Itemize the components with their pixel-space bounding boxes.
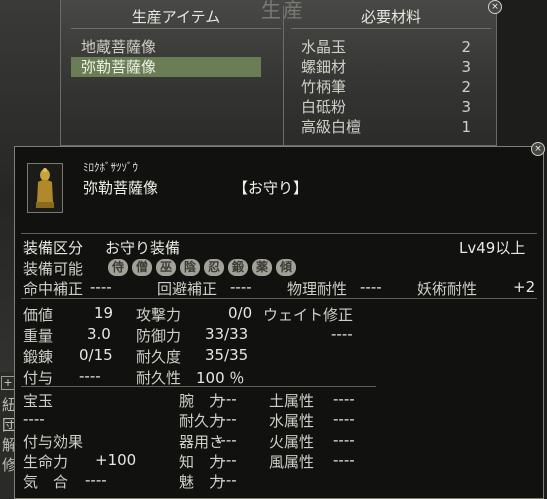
item-detail-panel: ﾐﾛｸﾎﾞｻﾂｿﾞｳ 弥勒菩薩像 【お守り】 装備区分 お守り装備 Lv49以上…: [14, 146, 544, 499]
weight-label: 重量: [23, 327, 54, 345]
evade-bonus-label: 回避補正: [157, 280, 218, 298]
job-badge: 忍: [204, 259, 224, 276]
weight-value: 3.0: [87, 325, 111, 343]
fire-value: ----: [333, 431, 355, 449]
divider: [21, 298, 537, 299]
magic-res-value: +2: [513, 278, 536, 296]
hp-value: +100: [95, 451, 137, 469]
durability-label: 耐久度: [136, 348, 182, 366]
arm-value: ----: [215, 390, 237, 408]
hp-label: 生命力: [23, 453, 69, 471]
charm-value: ----: [215, 471, 237, 489]
material-qty: 2: [461, 38, 471, 56]
enchant-label: 付与: [23, 369, 54, 387]
hit-bonus-label: 命中補正: [23, 280, 84, 298]
material-name: 水晶玉: [301, 38, 347, 56]
materials-column: 必要材料 水晶玉 2 螺鈿材 3 竹柄筆 2 白砥粉 3 高級白檀 1: [291, 6, 491, 145]
dex-value: ----: [215, 431, 237, 449]
material-name: 螺鈿材: [301, 58, 347, 76]
magic-res-label: 妖術耐性: [417, 280, 478, 298]
hit-bonus-value: ----: [90, 278, 112, 296]
production-items-header: 生産アイテム: [71, 6, 281, 29]
production-item-selected[interactable]: 弥勒菩薩像: [71, 57, 261, 77]
material-qty: 3: [461, 98, 471, 116]
production-close-icon[interactable]: ×: [488, 0, 502, 14]
earth-value: ----: [333, 390, 355, 408]
column-divider: [283, 6, 284, 145]
job-badge: 陰: [180, 259, 200, 276]
equip-class-value: お守り装備: [105, 239, 181, 257]
item-name: 弥勒菩薩像: [83, 179, 159, 197]
forge-label: 鍛錬: [23, 348, 54, 366]
divider: [21, 386, 376, 387]
divider: [21, 233, 537, 234]
ki-value: ----: [85, 471, 107, 489]
water-label: 水属性: [269, 412, 315, 430]
job-badges: 侍 僧 巫 陰 忍 鍛 薬 傾: [108, 259, 296, 276]
fire-label: 火属性: [269, 433, 315, 451]
job-badge: 傾: [276, 259, 296, 276]
gem-value: ----: [23, 410, 45, 428]
equip-class-label: 装備区分: [23, 239, 84, 257]
production-items-column: 生産アイテム 地蔵菩薩像 弥勒菩薩像: [71, 6, 281, 145]
phys-res-label: 物理耐性: [287, 280, 348, 298]
weight-mod-value: ----: [331, 325, 353, 343]
material-qty: 1: [461, 118, 471, 136]
item-reading: ﾐﾛｸﾎﾞｻﾂｿﾞｳ: [83, 161, 138, 174]
defense-value: 33/33: [205, 325, 249, 343]
materials-header: 必要材料: [291, 6, 491, 29]
material-qty: 3: [461, 58, 471, 76]
material-name: 高級白檀: [301, 118, 362, 136]
material-row: 水晶玉 2: [291, 37, 491, 57]
enchant-value: ----: [79, 367, 101, 385]
material-qty: 2: [461, 78, 471, 96]
job-badge: 僧: [132, 259, 152, 276]
job-badge: 薬: [252, 259, 272, 276]
ki-label: 気 合: [23, 473, 69, 491]
attack-value: 0/0: [228, 304, 253, 322]
detail-close-icon[interactable]: ×: [531, 142, 545, 156]
attack-label: 攻撃力: [136, 306, 182, 324]
buddha-statue-icon: [36, 168, 54, 208]
material-row: 竹柄筆 2: [291, 77, 491, 97]
wind-value: ----: [333, 451, 355, 469]
resilience-value: 100 ％: [196, 369, 245, 387]
durability-value: 35/35: [205, 346, 249, 364]
water-value: ----: [333, 410, 355, 428]
earth-label: 土属性: [269, 392, 315, 410]
material-name: 白砥粉: [301, 98, 347, 116]
phys-res-value: ----: [360, 278, 382, 296]
forge-value: 0/15: [79, 346, 113, 364]
production-item[interactable]: 地蔵菩薩像: [71, 37, 281, 57]
equippable-label: 装備可能: [23, 260, 84, 278]
effect-label: 付与効果: [23, 433, 84, 451]
expand-icon[interactable]: +: [1, 376, 15, 390]
material-row: 高級白檀 1: [291, 117, 491, 137]
item-type: 【お守り】: [233, 179, 309, 197]
price-label: 価値: [23, 306, 54, 324]
resilience-label: 耐久性: [136, 369, 182, 387]
wind-label: 風属性: [269, 453, 315, 471]
price-value: 19: [94, 304, 114, 322]
item-thumbnail: [27, 163, 63, 213]
job-badge: 鍛: [228, 259, 248, 276]
production-window: 生産 生産アイテム 地蔵菩薩像 弥勒菩薩像 必要材料 水晶玉 2 螺鈿材 3 竹柄筆…: [60, 0, 497, 146]
job-badge: 侍: [108, 259, 128, 276]
material-row: 螺鈿材 3: [291, 57, 491, 77]
defense-label: 防御力: [136, 327, 182, 345]
material-name: 竹柄筆: [301, 78, 347, 96]
endurance-value: ----: [215, 410, 237, 428]
level-requirement: Lv49以上: [459, 239, 526, 257]
material-row: 白砥粉 3: [291, 97, 491, 117]
int-value: ----: [215, 451, 237, 469]
weight-mod-label: ウェイト修正: [263, 306, 354, 324]
job-badge: 巫: [156, 259, 176, 276]
evade-bonus-value: ----: [230, 278, 252, 296]
gem-label: 宝玉: [23, 392, 54, 410]
